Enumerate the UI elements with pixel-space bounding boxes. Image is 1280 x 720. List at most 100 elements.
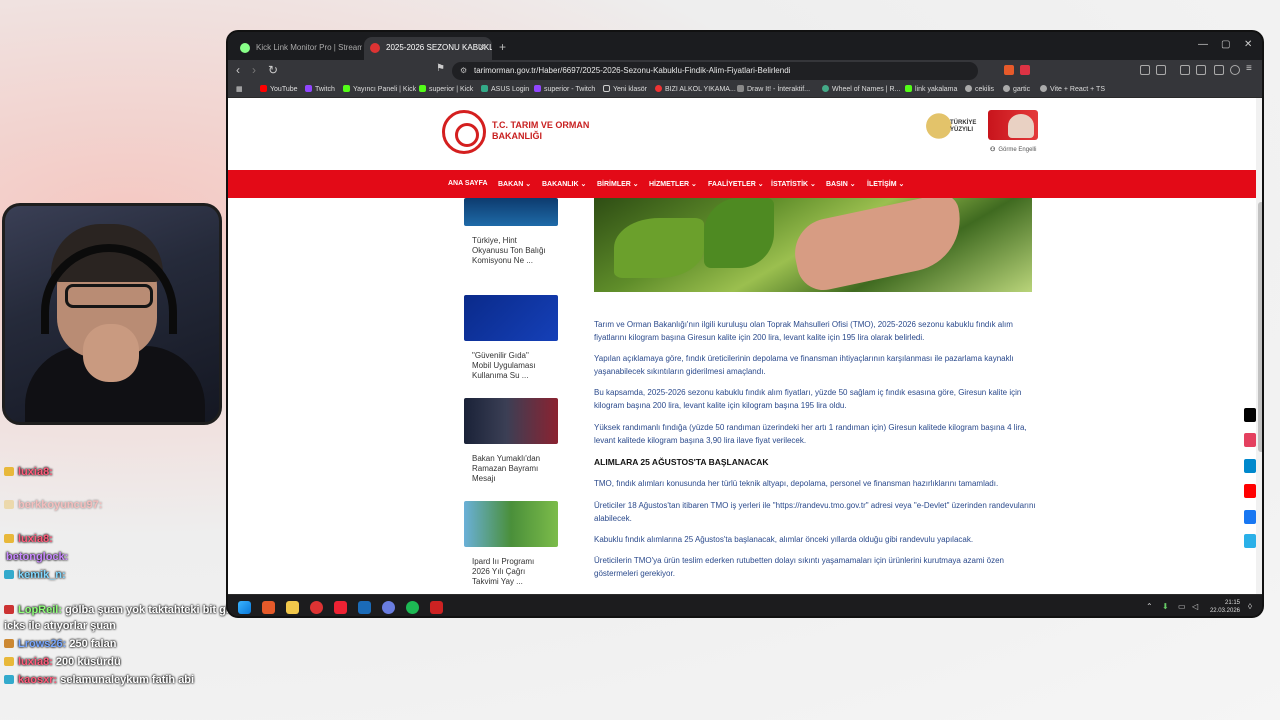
nav-bakan[interactable]: BAKAN ⌄ bbox=[498, 180, 531, 188]
news-title[interactable]: Türkiye, Hint Okyanusu Ton Balığı Komisy… bbox=[464, 236, 550, 266]
sidebar-icon[interactable] bbox=[1156, 65, 1166, 75]
nav-iletisim[interactable]: İLETİŞİM ⌄ bbox=[867, 180, 904, 188]
share-youtube-icon[interactable] bbox=[1244, 484, 1256, 498]
badge-icon bbox=[4, 570, 14, 579]
chat-username: betonglock: bbox=[6, 551, 69, 563]
network-icon[interactable]: ▭ bbox=[1178, 602, 1186, 611]
bookmark-superior-kick[interactable]: superior | Kick bbox=[419, 85, 473, 93]
close-window-icon[interactable]: ✕ bbox=[1244, 39, 1252, 50]
split-view-icon[interactable] bbox=[1180, 65, 1190, 75]
wallet-icon[interactable] bbox=[1196, 65, 1206, 75]
news-thumbnail bbox=[464, 198, 558, 226]
share-facebook-icon[interactable] bbox=[1244, 510, 1256, 524]
brave-rewards-icon[interactable] bbox=[1020, 65, 1030, 75]
nav-faaliyetler[interactable]: FAALİYETLER ⌄ bbox=[708, 180, 764, 188]
taskbar-clock[interactable]: 21:15 22.03.2026 bbox=[1204, 599, 1240, 615]
chat-text: selamunaleykum fatih abi bbox=[60, 674, 195, 686]
new-tab-button[interactable]: + bbox=[499, 40, 506, 54]
bookmark-asus[interactable]: ASUS Login bbox=[481, 85, 529, 93]
bookmarks-bar: ▦ YouTube Twitch Yayıncı Paneli | Kick s… bbox=[228, 82, 1262, 98]
share-telegram-icon[interactable] bbox=[1244, 459, 1256, 473]
side-news-card[interactable]: Ipard Iıı Programı 2026 Yılı Çağrı Takvi… bbox=[464, 501, 558, 587]
turkiye-yuzyili-text: TÜRKİYE YÜZYILI bbox=[950, 120, 977, 133]
nav-hizmetler[interactable]: HİZMETLER ⌄ bbox=[649, 180, 697, 188]
wheel-icon bbox=[822, 85, 829, 92]
notification-icon[interactable]: ◊ bbox=[1248, 602, 1252, 611]
chat-message: betonglock: bbox=[4, 551, 68, 563]
tray-chevron-icon[interactable]: ⌃ bbox=[1146, 602, 1153, 611]
page-icon bbox=[737, 85, 744, 92]
bookmark-kick-panel[interactable]: Yayıncı Paneli | Kick bbox=[343, 85, 416, 93]
nav-ana-sayfa[interactable]: ANA SAYFA bbox=[448, 180, 488, 187]
file-explorer-icon[interactable] bbox=[286, 601, 299, 614]
app-icon[interactable] bbox=[382, 601, 395, 614]
start-icon[interactable] bbox=[238, 601, 251, 614]
brave-icon[interactable] bbox=[262, 601, 275, 614]
vpn-icon[interactable] bbox=[1230, 65, 1240, 75]
nav-bakanlik[interactable]: BAKANLIK ⌄ bbox=[542, 180, 586, 188]
back-icon[interactable]: ‹ bbox=[236, 63, 240, 77]
bookmark-twitch[interactable]: Twitch bbox=[305, 85, 335, 93]
bookmark-wheel[interactable]: Wheel of Names | R... bbox=[822, 85, 900, 93]
ministry-logo-icon[interactable] bbox=[442, 110, 486, 154]
site-favicon-icon bbox=[370, 43, 380, 53]
volume-icon[interactable]: ◁ bbox=[1192, 602, 1198, 611]
forward-icon[interactable]: › bbox=[252, 63, 256, 77]
web-page: T.C. TARIM VE ORMAN BAKANLIĞI TÜRKİYE YÜ… bbox=[228, 98, 1256, 594]
bookmark-link-yakalama[interactable]: link yakalama bbox=[905, 85, 957, 93]
news-title[interactable]: Ipard Iıı Programı 2026 Yılı Çağrı Takvi… bbox=[464, 557, 550, 587]
visually-impaired-link[interactable]: ⚇ Görme Engelli bbox=[990, 146, 1036, 153]
app-icon[interactable] bbox=[334, 601, 347, 614]
minimize-icon[interactable]: — bbox=[1198, 39, 1208, 50]
apps-grid-icon[interactable]: ▦ bbox=[236, 85, 243, 93]
reload-icon[interactable]: ↻ bbox=[268, 63, 278, 77]
extensions-puzzle-icon[interactable] bbox=[1214, 65, 1224, 75]
tab-active-article[interactable]: 2025-2026 SEZONU KABUKLU F...✕ bbox=[364, 37, 492, 60]
chat-username: kemik_n: bbox=[18, 569, 66, 581]
bookmark-bizi-alkol[interactable]: BIZI ALKOL YIKAMA... bbox=[655, 85, 736, 93]
youtube-icon bbox=[260, 85, 267, 92]
menu-icon[interactable]: ≡ bbox=[1246, 63, 1252, 74]
nav-birimler[interactable]: BİRİMLER ⌄ bbox=[597, 180, 639, 188]
share-instagram-icon[interactable] bbox=[1244, 433, 1256, 447]
hazelnut-hero-image bbox=[594, 198, 1032, 292]
maximize-icon[interactable]: ▢ bbox=[1221, 39, 1230, 50]
badge-icon bbox=[4, 605, 14, 614]
tab-kick-monitor[interactable]: Kick Link Monitor Pro | Stream Deck bbox=[234, 37, 362, 60]
brave-shield-icon[interactable] bbox=[1004, 65, 1014, 75]
tray-app-icon[interactable]: ⬇ bbox=[1162, 602, 1169, 611]
news-title[interactable]: "Güvenilir Gıda" Mobil Uygulaması Kullan… bbox=[464, 351, 550, 381]
scrollbar-thumb[interactable] bbox=[1258, 202, 1262, 452]
nav-basin[interactable]: BASIN ⌄ bbox=[826, 180, 856, 188]
badge-icon bbox=[4, 639, 14, 648]
news-title[interactable]: Bakan Yumaklı'dan Ramazan Bayramı Mesajı bbox=[464, 454, 550, 484]
bookmark-cekilis[interactable]: cekilis bbox=[965, 85, 994, 93]
address-bar[interactable]: ⚙ tarimorman.gov.tr/Haber/6697/2025-2026-… bbox=[452, 62, 978, 80]
steam-icon[interactable] bbox=[358, 601, 371, 614]
extension-icon[interactable] bbox=[1140, 65, 1150, 75]
chat-username: Lrows26: bbox=[18, 638, 67, 650]
article-paragraph: Üreticilerin TMO'ya ürün teslim ederken … bbox=[594, 556, 1004, 578]
bookmark-superior-twitch[interactable]: superior - Twitch bbox=[534, 85, 595, 93]
bookmark-folder[interactable]: Yeni klasör bbox=[603, 85, 647, 93]
app-icon[interactable] bbox=[430, 601, 443, 614]
bookmark-vite[interactable]: Vite + React + TS bbox=[1040, 85, 1105, 93]
ministry-name[interactable]: T.C. TARIM VE ORMAN BAKANLIĞI bbox=[492, 120, 612, 142]
page-scrollbar[interactable] bbox=[1256, 98, 1262, 594]
share-generic-icon[interactable] bbox=[1244, 534, 1256, 548]
chat-overlay: luxia8: berkkoyuncu97: luxia8: betongloc… bbox=[2, 446, 239, 716]
bookmark-youtube[interactable]: YouTube bbox=[260, 85, 298, 93]
side-news-card[interactable]: Bakan Yumaklı'dan Ramazan Bayramı Mesajı bbox=[464, 398, 558, 484]
nav-istatistik[interactable]: İSTATİSTİK ⌄ bbox=[771, 180, 816, 188]
kick-favicon-icon bbox=[240, 43, 250, 53]
bookmark-draw-it[interactable]: Draw It! - İnteraktif... bbox=[737, 85, 810, 93]
share-x-icon[interactable] bbox=[1244, 408, 1256, 422]
app-icon[interactable] bbox=[310, 601, 323, 614]
spotify-icon[interactable] bbox=[406, 601, 419, 614]
close-tab-icon[interactable]: ✕ bbox=[478, 42, 486, 53]
chat-username: LopReil: bbox=[18, 604, 62, 616]
side-news-card[interactable]: Türkiye, Hint Okyanusu Ton Balığı Komisy… bbox=[464, 198, 558, 266]
side-news-card[interactable]: "Güvenilir Gıda" Mobil Uygulaması Kullan… bbox=[464, 295, 558, 381]
bookmark-gartic[interactable]: gartic bbox=[1003, 85, 1030, 93]
bookmark-icon[interactable]: ⚑ bbox=[436, 63, 445, 74]
